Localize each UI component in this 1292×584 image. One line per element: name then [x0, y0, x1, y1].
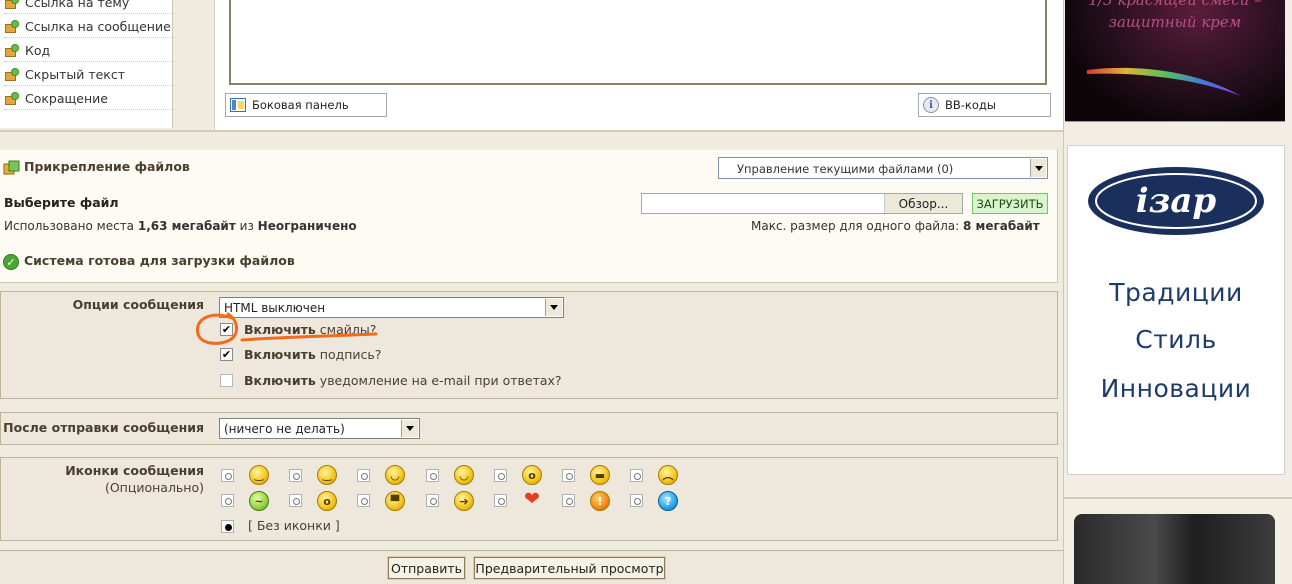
- upload-ready-status: Система готова для загрузки файлов: [24, 253, 295, 268]
- post-icon-radio[interactable]: [494, 494, 507, 507]
- option-rest: уведомление на e-mail при ответах?: [319, 373, 562, 388]
- info-icon: i: [923, 97, 939, 113]
- chevron-down-icon[interactable]: [1030, 159, 1046, 177]
- post-icon-radio[interactable]: [357, 469, 370, 482]
- manage-files-select[interactable]: Управление текущими файлами (0): [718, 157, 1048, 179]
- angry-icon[interactable]: ︵: [658, 465, 678, 485]
- space-used-text: Использовано места 1,63 мегабайт из Неог…: [4, 219, 357, 233]
- post-icon-radio[interactable]: [289, 469, 302, 482]
- max-size-value: 8 мегабайт: [963, 219, 1040, 233]
- bbcode-item-code[interactable]: Код: [4, 39, 174, 62]
- post-icon-radio[interactable]: [289, 494, 302, 507]
- annotation-circle-mark: [195, 312, 378, 345]
- post-icon-radio[interactable]: [494, 469, 507, 482]
- arrow-right-icon[interactable]: ➔: [454, 491, 474, 511]
- bbcodes-button[interactable]: i BB-коды: [918, 93, 1051, 117]
- message-textarea[interactable]: [229, 0, 1047, 85]
- attachments-title: Прикрепление файлов: [24, 159, 190, 174]
- after-post-label: После отправки сообщения: [3, 420, 204, 435]
- manage-files-value: Управление текущими файлами (0): [737, 162, 954, 176]
- divider: [0, 130, 1063, 132]
- post-icon-radio[interactable]: [221, 494, 234, 507]
- bbcode-plugin-icon: [4, 0, 20, 9]
- post-icon-radio[interactable]: [221, 469, 234, 482]
- check-icon: ✓: [3, 254, 19, 270]
- sidebar-toggle-label: Боковая панель: [252, 98, 349, 112]
- ad-line-2: защитный крем: [1108, 13, 1242, 31]
- post-icon-radio[interactable]: [562, 494, 575, 507]
- email-notify-checkbox[interactable]: [220, 374, 233, 387]
- bbcode-item-hidden-text[interactable]: Скрытый текст: [4, 63, 174, 86]
- divider: [1063, 497, 1292, 499]
- sidebar-icon: [230, 98, 246, 112]
- post-icons-label: Иконки сообщения: [65, 463, 204, 478]
- post-icon-radio[interactable]: [562, 469, 575, 482]
- rainbow-swoosh-image: [1087, 67, 1241, 96]
- upload-button[interactable]: ЗАГРУЗИТЬ: [972, 193, 1048, 214]
- exclamation-icon[interactable]: !: [590, 491, 610, 511]
- post-icon-radio[interactable]: [630, 494, 643, 507]
- no-icon-label: [ Без иконки ]: [248, 518, 340, 533]
- ad-word-style: Стиль: [1135, 325, 1217, 354]
- heart-icon[interactable]: ❤: [522, 488, 542, 510]
- bbcode-item-abbreviation[interactable]: Сокращение: [4, 87, 174, 110]
- bbcode-item-topic-link[interactable]: Ссылка на тему: [4, 0, 174, 14]
- post-icons-sublabel: (Опционально): [104, 480, 204, 495]
- max-size-prefix: Макс. размер для одного файла:: [751, 219, 960, 233]
- question-icon[interactable]: ?: [658, 491, 678, 511]
- space-used-of: из: [239, 219, 254, 233]
- message-options-label: Опции сообщения: [72, 297, 204, 312]
- preview-button[interactable]: Предварительный просмотр: [473, 556, 666, 580]
- after-post-select[interactable]: (ничего не делать): [219, 418, 420, 439]
- attachment-icon: [3, 160, 20, 175]
- bbcode-item-label: Ссылка на сообщение: [25, 18, 171, 34]
- shocked-icon[interactable]: o: [317, 491, 337, 511]
- chevron-down-icon[interactable]: [545, 299, 562, 316]
- bbcode-plugin-icon: [4, 43, 20, 57]
- sidebar-toggle-button[interactable]: Боковая панель: [225, 93, 387, 117]
- grin-icon[interactable]: ▬: [590, 465, 610, 485]
- space-used-limit: Неограничено: [257, 219, 357, 233]
- no-icon-radio[interactable]: [221, 520, 234, 533]
- ad-line-1: 1/3 красящей смеси –: [1088, 0, 1262, 9]
- bbcode-plugin-icon: [4, 67, 20, 81]
- sick-icon[interactable]: ~: [249, 491, 269, 511]
- post-icon-radio[interactable]: [630, 469, 643, 482]
- cosmetics-ad-text: 1/3 красящей смеси – защитный крем: [1066, 0, 1284, 33]
- smile-icon[interactable]: ‿: [249, 465, 269, 485]
- browse-button[interactable]: Обзор...: [884, 194, 962, 213]
- ad-word-tradition: Традиции: [1109, 278, 1243, 307]
- bbcode-plugin-icon: [4, 19, 20, 33]
- cool-icon[interactable]: ▀: [385, 491, 405, 511]
- bbcode-item-label: Код: [25, 42, 51, 58]
- chevron-down-icon[interactable]: [401, 420, 418, 437]
- surprised-icon[interactable]: o: [522, 465, 542, 485]
- ad-word-innovation: Инновации: [1100, 374, 1252, 403]
- space-used-value: 1,63 мегабайт: [137, 219, 236, 233]
- post-icon-radio[interactable]: [426, 469, 439, 482]
- izar-logo: iзар: [1088, 167, 1264, 235]
- choose-file-label: Выберите файл: [4, 195, 119, 210]
- email-notify-label[interactable]: Включить уведомление на e-mail при ответ…: [244, 373, 562, 388]
- wink-icon[interactable]: ‿: [317, 465, 337, 485]
- post-icon-radio[interactable]: [357, 494, 370, 507]
- bbcode-plugin-icon: [4, 91, 20, 105]
- bbcodes-label: BB-коды: [945, 98, 996, 112]
- happy-icon[interactable]: ◡: [385, 465, 405, 485]
- submit-button[interactable]: Отправить: [387, 556, 466, 580]
- after-post-value: (ничего не делать): [224, 422, 345, 436]
- third-ad-banner[interactable]: [1074, 514, 1275, 584]
- max-file-size-text: Макс. размер для одного файла: 8 мегабай…: [751, 219, 1040, 233]
- relieved-icon[interactable]: ◡: [454, 465, 474, 485]
- bbcode-item-label: Скрытый текст: [25, 66, 126, 82]
- post-icon-radio[interactable]: [426, 494, 439, 507]
- bbcode-item-post-link[interactable]: Ссылка на сообщение: [4, 15, 174, 38]
- bbcode-item-label: Сокращение: [25, 90, 108, 106]
- space-used-prefix: Использовано места: [4, 219, 135, 233]
- option-bold: Включить: [244, 373, 316, 388]
- bbcode-item-label: Ссылка на тему: [25, 0, 130, 10]
- svg-text:iзар: iзар: [1136, 181, 1217, 221]
